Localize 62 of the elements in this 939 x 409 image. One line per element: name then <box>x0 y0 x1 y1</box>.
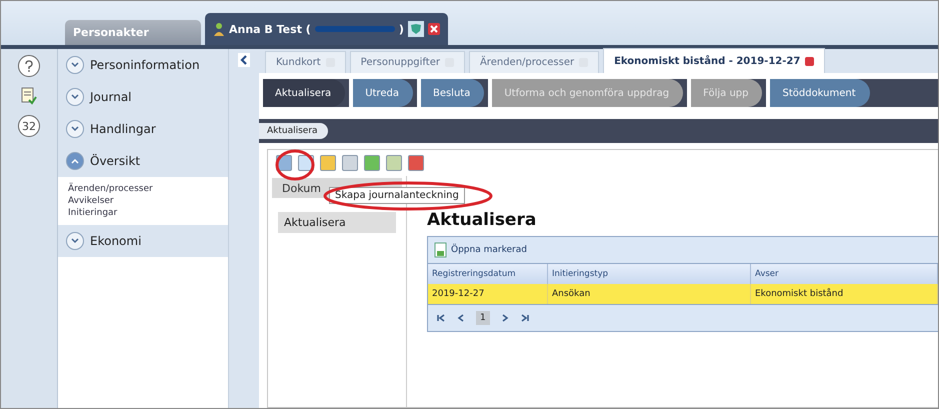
close-icon[interactable] <box>428 23 440 35</box>
sidebar-section[interactable]: Översikt <box>58 145 228 177</box>
sidebar-link[interactable]: Initieringar <box>58 207 228 219</box>
table-cell: 2019-12-27 <box>428 284 548 304</box>
expand-icon <box>66 88 84 106</box>
section-heading: Aktualisera <box>427 210 538 230</box>
document-tab[interactable]: Kundkort <box>265 51 346 73</box>
document-check-icon[interactable] <box>21 87 37 105</box>
table-cell: Ekonomiskt bistånd <box>751 284 938 304</box>
collapse-arrow-icon[interactable] <box>238 53 250 67</box>
column-header[interactable]: Avser <box>751 264 938 284</box>
close-icon[interactable] <box>805 56 814 66</box>
process-step[interactable]: Stöddokument <box>766 79 870 107</box>
shield-icon[interactable] <box>408 21 424 37</box>
sidebar-section[interactable]: Journal <box>58 81 228 113</box>
tab-label: Ekonomiskt bistånd - 2019-12-27 <box>614 56 800 66</box>
section-label: Ekonomi <box>90 234 142 248</box>
expand-icon <box>66 232 84 250</box>
tab-label: ) <box>398 22 404 36</box>
tab-label: Personuppgifter <box>360 57 440 68</box>
document-icon <box>434 242 448 258</box>
sidebar-section[interactable]: Ekonomi <box>58 225 228 257</box>
section-label: Handlingar <box>90 122 156 136</box>
process-step[interactable]: Besluta <box>416 79 484 107</box>
collapse-icon <box>66 152 84 170</box>
list-item[interactable]: Aktualisera <box>278 212 396 233</box>
count-badge[interactable]: 32 <box>18 115 40 137</box>
toolbar-icon[interactable] <box>320 155 336 171</box>
person-icon <box>213 22 225 36</box>
toolbar-icon[interactable] <box>342 155 358 171</box>
tab-label: Kundkort <box>276 57 321 68</box>
document-tab[interactable]: Ekonomiskt bistånd - 2019-12-27 <box>603 48 826 73</box>
next-page-icon <box>500 313 510 323</box>
document-tab[interactable]: Personuppgifter <box>350 51 465 73</box>
section-label: Journal <box>90 90 132 104</box>
page-number[interactable]: 1 <box>476 311 490 325</box>
process-step[interactable]: Aktualisera <box>259 79 346 107</box>
sidebar-link[interactable]: Avvikelser <box>58 195 228 207</box>
document-tab[interactable]: Ärenden/processer <box>468 51 600 73</box>
tab-label: Anna B Test ( <box>229 22 311 36</box>
table-cell: Ansökan <box>548 284 751 304</box>
section-label: Personinformation <box>90 58 200 72</box>
first-page-icon <box>436 313 446 323</box>
top-tab[interactable]: Anna B Test ( ) <box>205 13 448 45</box>
annotation-circle <box>275 149 315 181</box>
section-label: Översikt <box>90 154 140 168</box>
column-header[interactable]: Registreringsdatum <box>428 264 548 284</box>
tooltip: Skapa journalanteckning <box>329 187 465 204</box>
column-header[interactable]: Initieringstyp <box>548 264 751 284</box>
sidebar-section[interactable]: Personinformation <box>58 49 228 81</box>
sub-step[interactable]: Aktualisera <box>259 123 328 139</box>
help-icon[interactable] <box>18 55 40 77</box>
sidebar-section[interactable]: Handlingar <box>58 113 228 145</box>
process-step[interactable]: Utreda <box>349 79 413 107</box>
open-selected-button[interactable]: Öppna markerad <box>434 242 527 258</box>
expand-icon <box>66 120 84 138</box>
toolbar-icon[interactable] <box>386 155 402 171</box>
previous-page-icon <box>456 313 466 323</box>
expand-icon <box>66 56 84 74</box>
last-page-icon <box>520 313 530 323</box>
sidebar-link[interactable]: Ärenden/processer <box>58 183 228 195</box>
tab-label: Ärenden/processer <box>480 57 574 68</box>
